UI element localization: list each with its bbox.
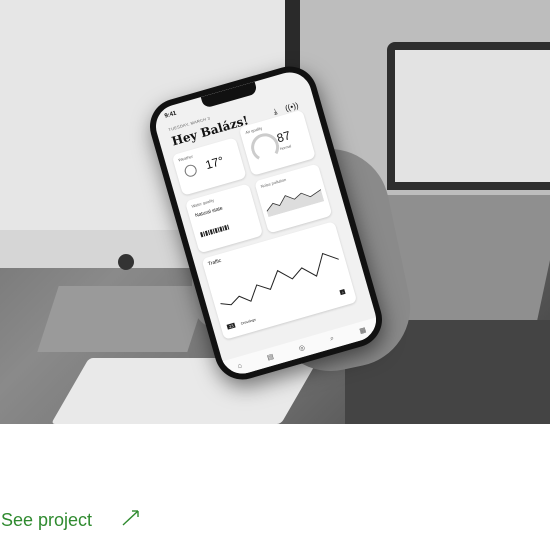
traffic-count-badge: 23: [226, 322, 237, 330]
arrow-up-right-icon[interactable]: [120, 508, 142, 528]
noise-pollution-card[interactable]: Noise pollution: [254, 163, 333, 234]
weather-temperature: 17°: [203, 153, 226, 173]
laptop-screen: [395, 50, 550, 182]
air-quality-card[interactable]: Air quality 87 Normal: [238, 109, 316, 176]
traffic-next-button[interactable]: ›: [339, 288, 346, 296]
air-quality-value: 87: [275, 128, 292, 146]
nav-grid-icon[interactable]: ▦: [358, 326, 367, 336]
monitor-stand: [37, 286, 209, 352]
apple-logo-icon: [118, 254, 134, 270]
traffic-card-title: Traffic: [207, 257, 223, 268]
nav-home-icon[interactable]: ⌂: [237, 362, 243, 370]
traffic-chart: [220, 252, 340, 306]
traffic-count-label: Crossings: [240, 317, 257, 326]
air-quality-status: Normal: [279, 144, 292, 152]
water-quality-status: Natural state: [194, 205, 224, 220]
weather-card-title: Weather: [177, 153, 194, 163]
water-quality-card[interactable]: Water quality Natural state: [184, 183, 264, 254]
nav-stats-icon[interactable]: ▤: [266, 352, 274, 362]
sun-icon: [183, 163, 199, 179]
nav-search-icon[interactable]: ⌕: [329, 335, 335, 344]
see-project-link[interactable]: See project: [1, 510, 92, 531]
nav-map-icon[interactable]: ◎: [298, 343, 306, 352]
water-quality-bars: [200, 224, 230, 238]
hero-photo: 9:41 TUESDAY, MARCH 3 Hey Balázs! ⤓ ((•)…: [0, 0, 550, 424]
water-quality-card-title: Water quality: [190, 197, 215, 209]
noise-pollution-card-title: Noise pollution: [260, 176, 287, 189]
status-time: 9:41: [163, 110, 178, 120]
laptop: [387, 42, 550, 190]
